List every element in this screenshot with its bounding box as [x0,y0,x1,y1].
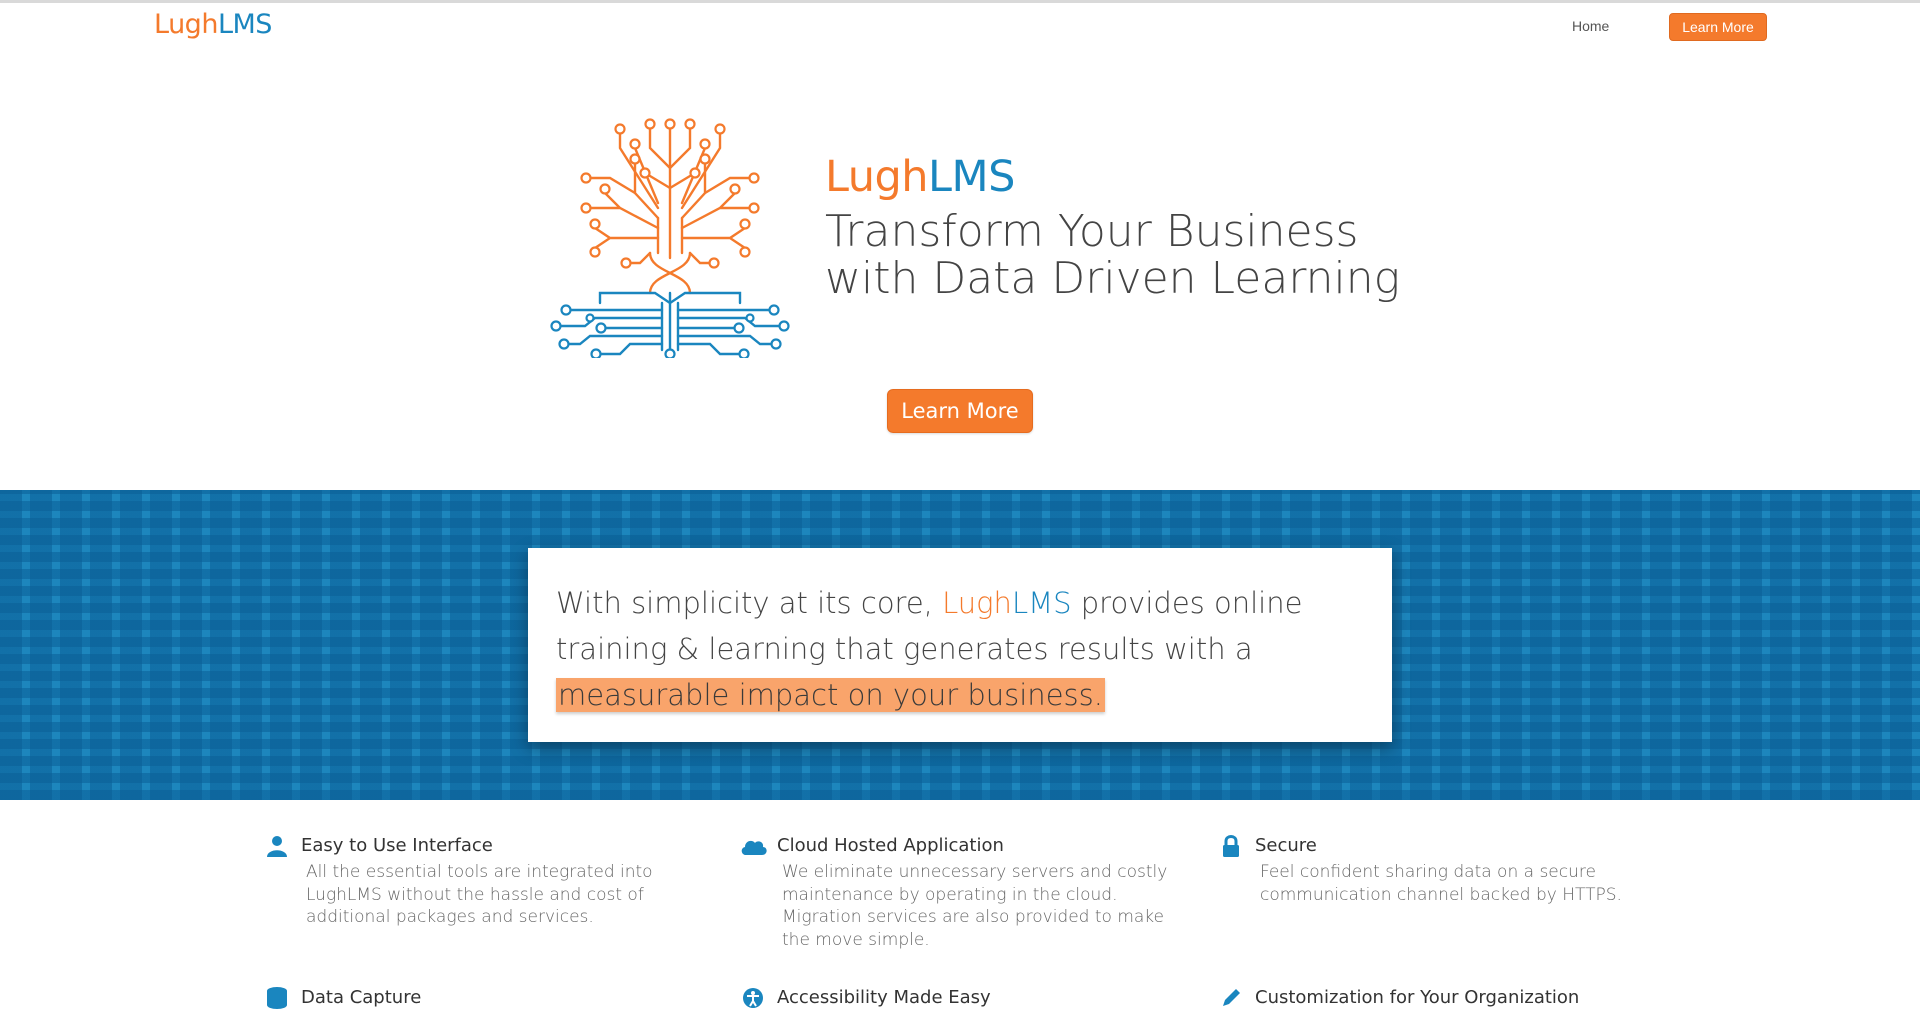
mission-text-start: With simplicity at its core, [556,586,943,620]
nav-logo[interactable]: LughLMS [154,9,272,40]
logo-text-lugh: Lugh [154,9,218,40]
navbar: LughLMS Home Learn More [0,0,1920,52]
pencil-icon [1223,989,1240,1006]
cloud-icon [741,840,767,855]
hero-learn-more-button[interactable]: Learn More [887,389,1033,433]
hero-brand-lms: LMS [928,152,1015,202]
hero-brand: LughLMS [825,152,1015,202]
feature-description: We eliminate unnecessary servers and cos… [782,862,1168,950]
mission-brand-lms: LMS [1011,586,1072,620]
accessibility-icon [743,988,763,1008]
feature-title: Cloud Hosted Application [777,835,1004,856]
nav-home-link[interactable]: Home [1572,18,1609,34]
mission-card: With simplicity at its core, LughLMS pro… [528,548,1392,742]
mission-brand-lugh: Lugh [942,586,1012,620]
nav-learn-more-button[interactable]: Learn More [1669,13,1767,41]
user-icon [267,836,287,857]
hero-headline: Transform Your Business with Data Driven… [825,206,1401,304]
feature-title: Secure [1255,835,1317,856]
feature-title: Easy to Use Interface [301,835,493,856]
mission-highlight: measurable impact on your business. [556,678,1105,712]
logo-text-lms: LMS [217,9,272,40]
hero-brand-lugh: Lugh [825,152,929,202]
feature-title: Data Capture [301,987,422,1008]
feature-title: Customization for Your Organization [1255,987,1580,1008]
feature-description: Feel confident sharing data on a secure … [1260,862,1622,905]
circuit-tree-icon [550,118,790,358]
lock-icon [1223,835,1239,857]
database-icon [267,987,287,1009]
feature-title: Accessibility Made Easy [777,987,991,1008]
feature-description: All the essential tools are integrated i… [306,862,653,927]
